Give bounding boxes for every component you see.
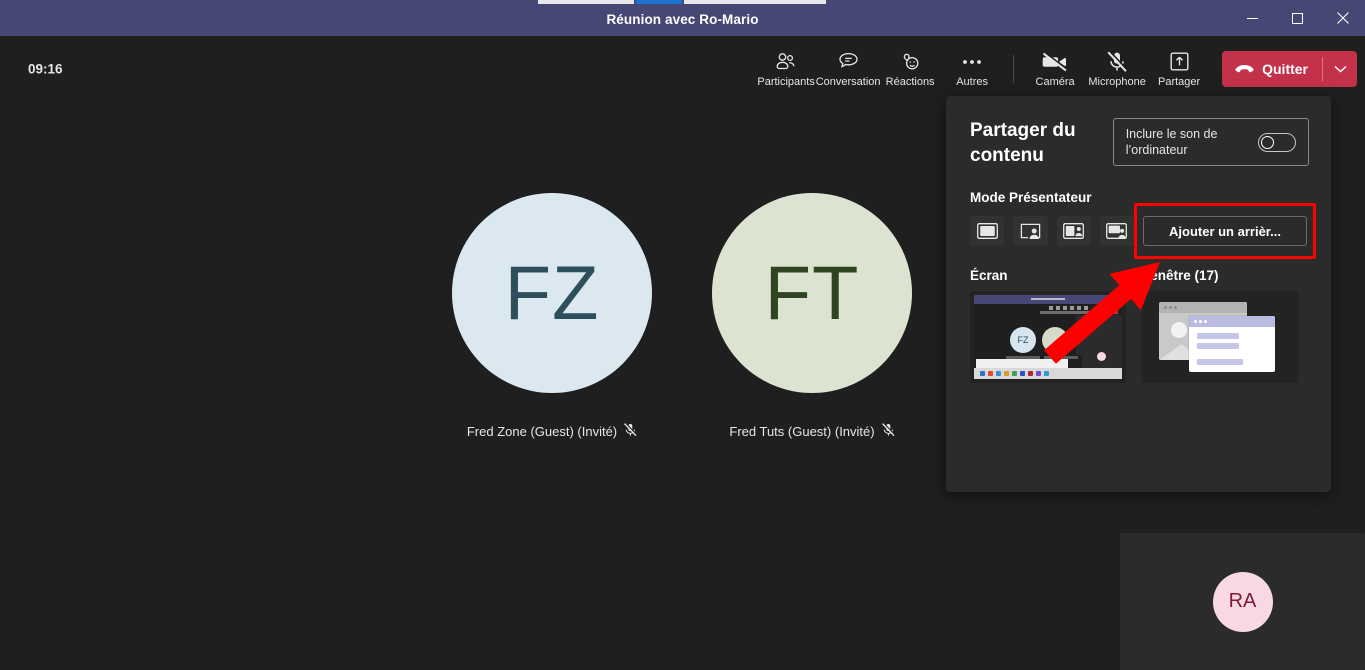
camera-off-icon xyxy=(1042,51,1068,73)
avatar: FT xyxy=(712,193,912,393)
screen-source-column: Écran FZ xyxy=(970,268,1126,383)
share-content-panel: Partager du contenu Inclure le son de l’… xyxy=(946,96,1331,492)
add-background-button[interactable]: Ajouter un arrièr... xyxy=(1143,216,1307,246)
window-snap-indicator xyxy=(538,0,826,4)
camera-button[interactable]: Caméra xyxy=(1024,40,1086,98)
presenter-mode-label: Mode Présentateur xyxy=(970,190,1092,205)
snap-segment-left xyxy=(538,0,634,4)
share-panel-header: Partager du contenu Inclure le son de l’… xyxy=(946,96,1331,168)
include-computer-sound-toggle[interactable] xyxy=(1258,132,1296,152)
people-icon xyxy=(775,51,797,73)
microphone-off-icon xyxy=(624,422,638,440)
include-computer-sound-label: Inclure le son de l’ordinateur xyxy=(1125,127,1218,157)
more-button[interactable]: Autres xyxy=(941,40,1003,98)
hangup-label: Quitter xyxy=(1262,61,1308,77)
reactions-button[interactable]: Réactions xyxy=(879,40,941,98)
window-title: Réunion avec Ro-Mario xyxy=(606,12,759,27)
maximize-button[interactable] xyxy=(1275,0,1320,36)
chat-label: Conversation xyxy=(815,75,881,88)
screen-thumbnail-preview: FZ xyxy=(974,295,1122,379)
window-source-column: Fenêtre (17) xyxy=(1142,268,1298,383)
more-label: Autres xyxy=(956,75,988,88)
share-tray-icon xyxy=(1169,51,1190,73)
close-button[interactable] xyxy=(1320,0,1365,36)
participant-tile[interactable]: FT Fred Tuts (Guest) (Invité) xyxy=(712,193,912,440)
microphone-off-icon xyxy=(1106,50,1129,73)
snap-segment-active xyxy=(636,0,682,4)
presenter-mode-content-only[interactable] xyxy=(970,216,1005,246)
participant-name: Fred Zone (Guest) (Invité) xyxy=(466,424,618,439)
window-thumbnail[interactable] xyxy=(1142,291,1298,383)
title-bar: Réunion avec Ro-Mario xyxy=(0,0,1365,36)
avatar: FZ xyxy=(452,193,652,393)
avatar: RA xyxy=(1212,571,1273,632)
microphone-button[interactable]: Microphone xyxy=(1086,40,1148,98)
presenter-mode-side-by-side[interactable] xyxy=(1056,216,1091,246)
screen-thumbnail[interactable]: FZ xyxy=(970,291,1126,383)
meeting-toolbar: 09:16 Participants Conversation Réaction… xyxy=(0,36,1365,102)
include-computer-sound-row[interactable]: Inclure le son de l’ordinateur xyxy=(1112,118,1309,166)
share-panel-title: Partager du contenu xyxy=(970,120,1076,166)
reactions-icon xyxy=(900,51,921,73)
avatar-initials: FT xyxy=(764,250,860,336)
avatar-initials: RA xyxy=(1228,590,1257,612)
window-thumbnail-preview xyxy=(1157,300,1283,374)
microphone-label: Microphone xyxy=(1088,75,1146,88)
minimize-button[interactable] xyxy=(1230,0,1275,36)
presenter-mode-reporter[interactable] xyxy=(1099,216,1134,246)
participants-button[interactable]: Participants xyxy=(755,40,817,98)
window-source-label: Fenêtre (17) xyxy=(1142,268,1219,283)
mini-avatar-initials: FZ xyxy=(1010,327,1036,353)
toolbar-divider xyxy=(1013,55,1015,83)
teams-meeting-window: Réunion avec Ro-Mario 09:16 Participants… xyxy=(0,0,1365,670)
hangup-icon xyxy=(1235,61,1254,77)
share-label: Partager xyxy=(1158,75,1201,88)
microphone-off-icon xyxy=(881,422,895,440)
presenter-mode-standout[interactable] xyxy=(1013,216,1048,246)
chat-button[interactable]: Conversation xyxy=(815,40,881,98)
window-controls xyxy=(1230,0,1365,36)
camera-label: Caméra xyxy=(1035,75,1075,88)
presenter-mode-row: Ajouter un arrièr... xyxy=(946,203,1331,259)
hangup-options-button[interactable] xyxy=(1323,51,1357,87)
share-button[interactable]: Partager xyxy=(1148,40,1210,98)
participant-tile[interactable]: FZ Fred Zone (Guest) (Invité) xyxy=(452,193,652,440)
hangup-button-group: Quitter xyxy=(1222,51,1357,87)
screen-source-label: Écran xyxy=(970,268,1008,283)
ellipsis-icon xyxy=(961,51,983,73)
toolbar-actions: Participants Conversation Réactions Autr… xyxy=(755,36,1357,102)
toggle-knob xyxy=(1261,135,1274,149)
avatar-initials: FZ xyxy=(504,250,600,336)
participant-name: Fred Tuts (Guest) (Invité) xyxy=(729,424,875,439)
reactions-label: Réactions xyxy=(885,75,935,88)
share-sources: Écran FZ Fenêtre (17) xyxy=(946,268,1331,383)
meeting-clock: 09:16 xyxy=(28,61,63,77)
participant-name-row: Fred Zone (Guest) (Invité) xyxy=(466,422,638,440)
snap-segment-right xyxy=(684,0,826,4)
chevron-down-icon xyxy=(1334,60,1347,78)
participants-label: Participants xyxy=(757,75,815,88)
self-view-tile[interactable]: RA xyxy=(1120,533,1365,670)
hangup-button[interactable]: Quitter xyxy=(1222,51,1322,87)
participant-name-row: Fred Tuts (Guest) (Invité) xyxy=(729,422,895,440)
add-background-wrapper: Ajouter un arrièr... xyxy=(1134,203,1316,259)
chat-icon xyxy=(838,51,859,73)
